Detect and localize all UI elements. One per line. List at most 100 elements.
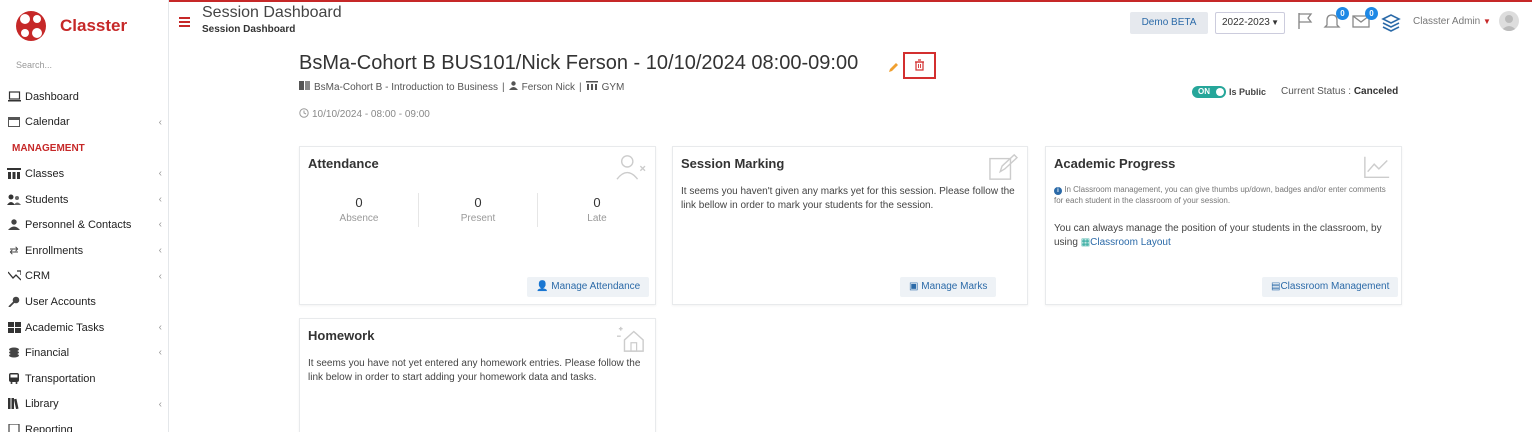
user-menu[interactable]: Classter Admin ▼	[1413, 16, 1491, 27]
bell-icon[interactable]: 0	[1323, 7, 1349, 32]
stat-late: 0 Late	[538, 195, 656, 224]
book-icon	[299, 81, 310, 93]
button-label: Manage Attendance	[551, 281, 641, 292]
sidebar-item-academic-tasks[interactable]: Academic Tasks ‹	[0, 315, 168, 341]
room-icon	[585, 81, 598, 93]
sidebar-item-classes[interactable]: Classes ‹	[0, 161, 168, 187]
classroom-management-button[interactable]: ▤Classroom Management	[1262, 277, 1399, 297]
button-label: Manage Marks	[921, 281, 988, 292]
sidebar-item-reporting[interactable]: Reporting	[0, 417, 168, 432]
sidebar-item-label: Reporting	[25, 423, 73, 432]
chevron-left-icon: ‹	[158, 168, 162, 180]
manage-marks-button[interactable]: ▣ Manage Marks	[900, 277, 997, 297]
sidebar: Classter Search... Dashboard Calendar ‹ …	[0, 0, 169, 432]
is-public-label: Is Public	[1229, 87, 1267, 97]
home-tasks-icon	[617, 326, 644, 352]
separator: |	[578, 81, 582, 93]
teacher-icon	[508, 81, 518, 93]
card-title: Homework	[308, 328, 375, 343]
bus-icon	[7, 372, 21, 385]
classroom-layout-link[interactable]: Classroom Layout	[1090, 237, 1171, 248]
sidebar-item-transportation[interactable]: Transportation	[0, 366, 168, 392]
user-remove-icon	[616, 155, 646, 180]
grid-icon: ▦	[1080, 237, 1091, 248]
classter-logo-icon	[16, 11, 46, 41]
session-room: GYM	[601, 81, 625, 93]
card-text: It seems you have not yet entered any ho…	[308, 358, 641, 383]
public-toggle[interactable]: ON	[1192, 86, 1226, 98]
card-text: It seems you haven't given any marks yet…	[681, 186, 1015, 211]
sidebar-item-students[interactable]: Students ‹	[0, 187, 168, 213]
stat-value: 0	[593, 195, 601, 210]
sidebar-section-management: MANAGEMENT	[12, 142, 85, 154]
card-title: Session Marking	[681, 156, 785, 171]
sidebar-item-financial[interactable]: Financial ‹	[0, 340, 168, 366]
menu-toggle-icon[interactable]	[179, 17, 190, 27]
sidebar-item-personnel[interactable]: Personnel & Contacts ‹	[0, 212, 168, 238]
academic-progress-card: Academic Progress i In Classroom managem…	[1045, 146, 1402, 305]
delete-session-button[interactable]	[903, 52, 936, 79]
info-note: i In Classroom management, you can give …	[1054, 184, 1394, 206]
brand-name: Classter	[60, 16, 128, 35]
sidebar-item-label: Academic Tasks	[25, 321, 105, 334]
card-text: You can always manage the position of yo…	[1054, 222, 1399, 250]
sidebar-item-library[interactable]: Library ‹	[0, 392, 168, 418]
sidebar-item-user-accounts[interactable]: User Accounts	[0, 289, 168, 315]
sidebar-item-label: Personnel & Contacts	[25, 219, 132, 232]
chevron-left-icon: ‹	[158, 244, 162, 256]
sidebar-item-label: Classes	[25, 167, 65, 180]
demo-beta-button[interactable]: Demo BETA	[1130, 12, 1208, 34]
crm-icon	[7, 270, 22, 282]
card-title: Attendance	[308, 156, 379, 171]
sidebar-item-label: Library	[25, 398, 59, 411]
user-name: Classter Admin	[1413, 16, 1481, 27]
manage-attendance-button[interactable]: 👤 Manage Attendance	[527, 277, 650, 297]
book-icon: ▣	[909, 281, 919, 292]
sidebar-search-input[interactable]: Search...	[16, 60, 156, 70]
laptop-icon	[7, 91, 21, 103]
sidebar-item-label: User Accounts	[25, 295, 96, 308]
stat-label: Present	[460, 213, 496, 224]
separator: |	[501, 81, 505, 93]
notification-count-badge: 0	[1336, 7, 1349, 20]
breadcrumb: Session Dashboard	[202, 24, 296, 35]
exchange-icon: ⇄	[9, 244, 19, 257]
personnel-icon	[7, 219, 21, 231]
homework-card: Homework It seems you have not yet enter…	[299, 318, 656, 432]
sidebar-item-label: Financial	[25, 347, 70, 360]
sidebar-item-enrollments[interactable]: ⇄ Enrollments ‹	[0, 238, 168, 264]
chevron-left-icon: ‹	[158, 193, 162, 205]
brand[interactable]: Classter	[14, 9, 127, 43]
caret-down-icon: ▼	[1483, 17, 1491, 26]
avatar[interactable]	[1499, 11, 1519, 31]
stat-present: 0 Present	[419, 195, 537, 224]
stat-absence: 0 Absence	[300, 195, 418, 224]
attendance-card: Attendance 0 Absence 0 Present 0 Late 👤 …	[299, 146, 656, 305]
chevron-left-icon: ‹	[158, 219, 162, 231]
session-time-text: 10/10/2024 - 08:00 - 09:00	[312, 109, 430, 120]
layers-icon[interactable]	[1381, 12, 1401, 32]
sidebar-item-crm[interactable]: CRM ‹	[0, 264, 168, 290]
session-marking-card: Session Marking It seems you haven't giv…	[672, 146, 1028, 305]
page-title: Session Dashboard	[202, 4, 342, 21]
chevron-left-icon: ‹	[158, 321, 162, 333]
sidebar-item-label: Enrollments	[25, 244, 84, 257]
year-select-value: 2022-2023	[1222, 17, 1270, 28]
sidebar-item-calendar[interactable]: Calendar ‹	[0, 110, 168, 136]
current-status: Current Status : Canceled	[1281, 86, 1398, 97]
pencil-icon[interactable]	[887, 62, 899, 74]
students-icon	[7, 194, 21, 206]
stat-value: 0	[474, 195, 482, 210]
year-select[interactable]: 2022-2023 ▼	[1215, 12, 1285, 34]
stat-label: Absence	[339, 213, 379, 224]
flag-icon[interactable]	[1296, 12, 1316, 32]
session-time: 10/10/2024 - 08:00 - 09:00	[299, 108, 430, 121]
sidebar-item-dashboard[interactable]: Dashboard	[0, 84, 168, 110]
toggle-knob	[1216, 88, 1224, 96]
key-icon	[7, 296, 21, 308]
button-label: Classroom Management	[1280, 281, 1390, 292]
mail-icon[interactable]: 0	[1352, 7, 1378, 32]
trash-icon	[915, 59, 924, 71]
session-title: BsMa-Cohort B BUS101/Nick Ferson - 10/10…	[299, 52, 859, 74]
top-accent-line	[169, 0, 1532, 2]
